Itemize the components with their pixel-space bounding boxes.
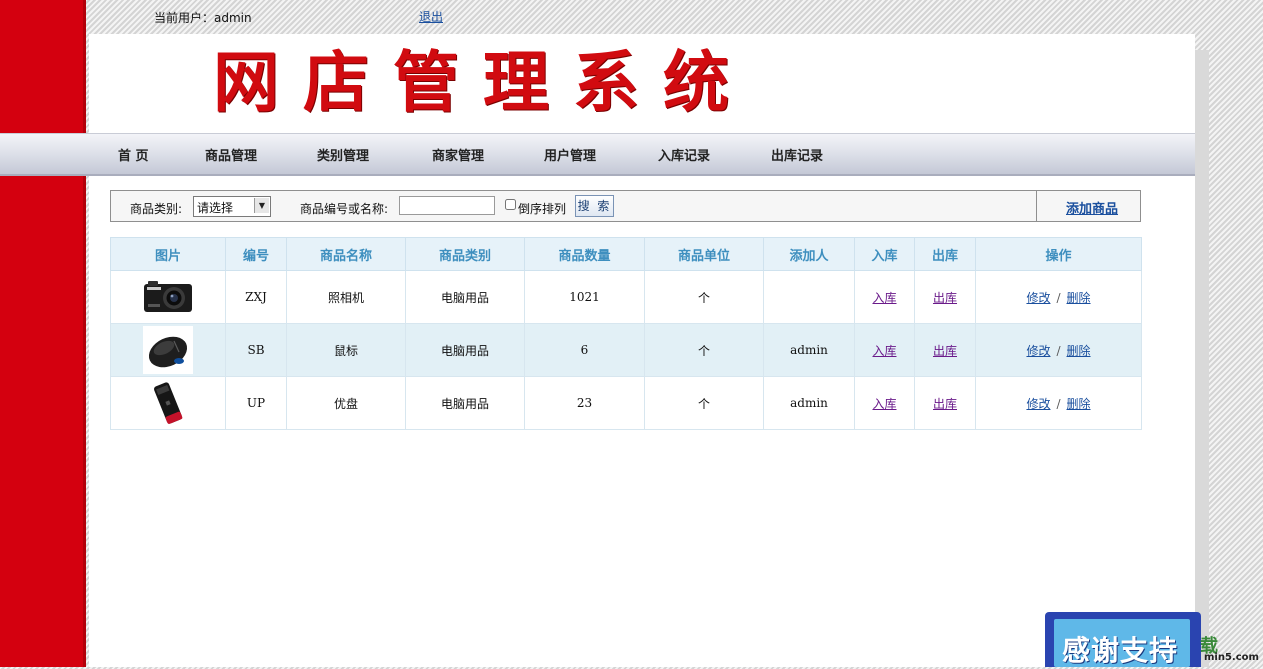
category-select[interactable]: 请选择 ▼: [193, 196, 271, 217]
product-category: 电脑用品: [405, 323, 525, 377]
delete-link[interactable]: 删除: [1067, 397, 1091, 411]
watermark-url: min5.com: [1204, 652, 1259, 663]
category-label: 商品类别:: [130, 202, 183, 216]
edit-link[interactable]: 修改: [1026, 291, 1050, 305]
category-select-value: 请选择: [197, 201, 234, 215]
divider: [1036, 191, 1037, 221]
product-added-by: [763, 270, 855, 324]
action-separator: /: [1056, 343, 1061, 358]
stock-out-link[interactable]: 出库: [933, 397, 957, 411]
product-image-cell: [110, 270, 226, 324]
product-code: UP: [225, 376, 287, 430]
table-row: UP 优盘 电脑用品 23 个 admin 入库 出库 修改 / 删除: [110, 376, 1142, 430]
edit-link[interactable]: 修改: [1026, 344, 1050, 358]
product-table: 图片 编号 商品名称 商品类别 商品数量 商品单位 添加人 入库 出库 操作 Z…: [110, 237, 1142, 430]
col-header-unit: 商品单位: [644, 237, 764, 271]
nav-merchant-management[interactable]: 商家管理: [432, 145, 484, 164]
nav-product-management[interactable]: 商品管理: [205, 145, 257, 164]
product-image-cell: [110, 323, 226, 377]
product-quantity: 23: [524, 376, 645, 430]
col-header-added-by: 添加人: [763, 237, 855, 271]
delete-link[interactable]: 删除: [1067, 291, 1091, 305]
product-unit: 个: [644, 376, 764, 430]
page-shadow: [1195, 50, 1209, 667]
col-header-quantity: 商品数量: [524, 237, 645, 271]
col-header-stock-in: 入库: [854, 237, 915, 271]
table-row: ZXJ 照相机 电脑用品 1021 个 入库 出库 修改 / 删除: [110, 270, 1142, 324]
product-added-by: admin: [763, 376, 855, 430]
main-nav: 首 页 商品管理 类别管理 商家管理 用户管理 入库记录 出库记录: [0, 133, 1195, 176]
col-header-name: 商品名称: [286, 237, 406, 271]
action-separator: /: [1056, 396, 1061, 411]
col-header-stock-out: 出库: [914, 237, 976, 271]
stock-out-link[interactable]: 出库: [933, 344, 957, 358]
stock-in-link[interactable]: 入库: [872, 397, 896, 411]
search-button[interactable]: 搜 索: [575, 195, 614, 217]
product-name: 照相机: [286, 270, 406, 324]
stock-in-link[interactable]: 入库: [872, 291, 896, 305]
table-header-row: 图片 编号 商品名称 商品类别 商品数量 商品单位 添加人 入库 出库 操作: [110, 237, 1142, 271]
nav-stock-out-records[interactable]: 出库记录: [771, 145, 823, 164]
keyword-label: 商品编号或名称:: [300, 202, 389, 216]
table-row: SB 鼠标 电脑用品 6 个 admin 入库 出库 修改 / 删除: [110, 323, 1142, 377]
usb-drive-image: [153, 382, 183, 424]
chevron-down-icon[interactable]: ▼: [254, 198, 269, 213]
col-header-category: 商品类别: [405, 237, 525, 271]
col-header-code: 编号: [225, 237, 287, 271]
top-bar: 当前用户：admin 退出: [86, 0, 1196, 34]
product-name: 优盘: [286, 376, 406, 430]
stock-in-cell: 入库: [854, 270, 915, 324]
stock-out-cell: 出库: [914, 270, 976, 324]
stock-out-cell: 出库: [914, 323, 976, 377]
product-image-cell: [110, 376, 226, 430]
banner-title: 网店管理系统: [213, 43, 753, 121]
stock-in-cell: 入库: [854, 323, 915, 377]
nav-user-management[interactable]: 用户管理: [544, 145, 596, 164]
col-header-actions: 操作: [975, 237, 1142, 271]
product-added-by: admin: [763, 323, 855, 377]
reverse-order-label: 倒序排列: [518, 202, 567, 216]
add-product-link[interactable]: 添加商品: [1066, 198, 1118, 217]
stock-in-cell: 入库: [854, 376, 915, 430]
action-separator: /: [1056, 290, 1061, 305]
camera-image: [144, 281, 192, 312]
keyword-input[interactable]: [399, 196, 495, 215]
nav-category-management[interactable]: 类别管理: [317, 145, 369, 164]
logout-link[interactable]: 退出: [419, 8, 443, 25]
product-unit: 个: [644, 323, 764, 377]
product-code: ZXJ: [225, 270, 287, 324]
product-unit: 个: [644, 270, 764, 324]
search-bar: 商品类别: 请选择 ▼ 商品编号或名称: 倒序排列 搜 索 添加商品: [110, 190, 1141, 222]
actions-cell: 修改 / 删除: [975, 270, 1142, 324]
thanks-text: 感谢支持: [1062, 634, 1179, 667]
product-quantity: 1021: [524, 270, 645, 324]
delete-link[interactable]: 删除: [1067, 344, 1091, 358]
left-red-strip: [0, 0, 86, 667]
product-quantity: 6: [524, 323, 645, 377]
edit-link[interactable]: 修改: [1026, 397, 1050, 411]
actions-cell: 修改 / 删除: [975, 376, 1142, 430]
reverse-order-checkbox[interactable]: [505, 199, 516, 210]
product-category: 电脑用品: [405, 376, 525, 430]
stock-out-link[interactable]: 出库: [933, 291, 957, 305]
product-code: SB: [225, 323, 287, 377]
col-header-image: 图片: [110, 237, 226, 271]
nav-stock-in-records[interactable]: 入库记录: [658, 145, 710, 164]
stock-out-cell: 出库: [914, 376, 976, 430]
stock-in-link[interactable]: 入库: [872, 344, 896, 358]
thanks-badge: 感谢支持: [1045, 612, 1201, 667]
mouse-image: [143, 326, 193, 374]
product-name: 鼠标: [286, 323, 406, 377]
nav-home[interactable]: 首 页: [118, 145, 149, 164]
actions-cell: 修改 / 删除: [975, 323, 1142, 377]
current-user-label: 当前用户：admin: [154, 11, 252, 25]
product-category: 电脑用品: [405, 270, 525, 324]
thanks-badge-inner: 感谢支持: [1054, 619, 1190, 667]
